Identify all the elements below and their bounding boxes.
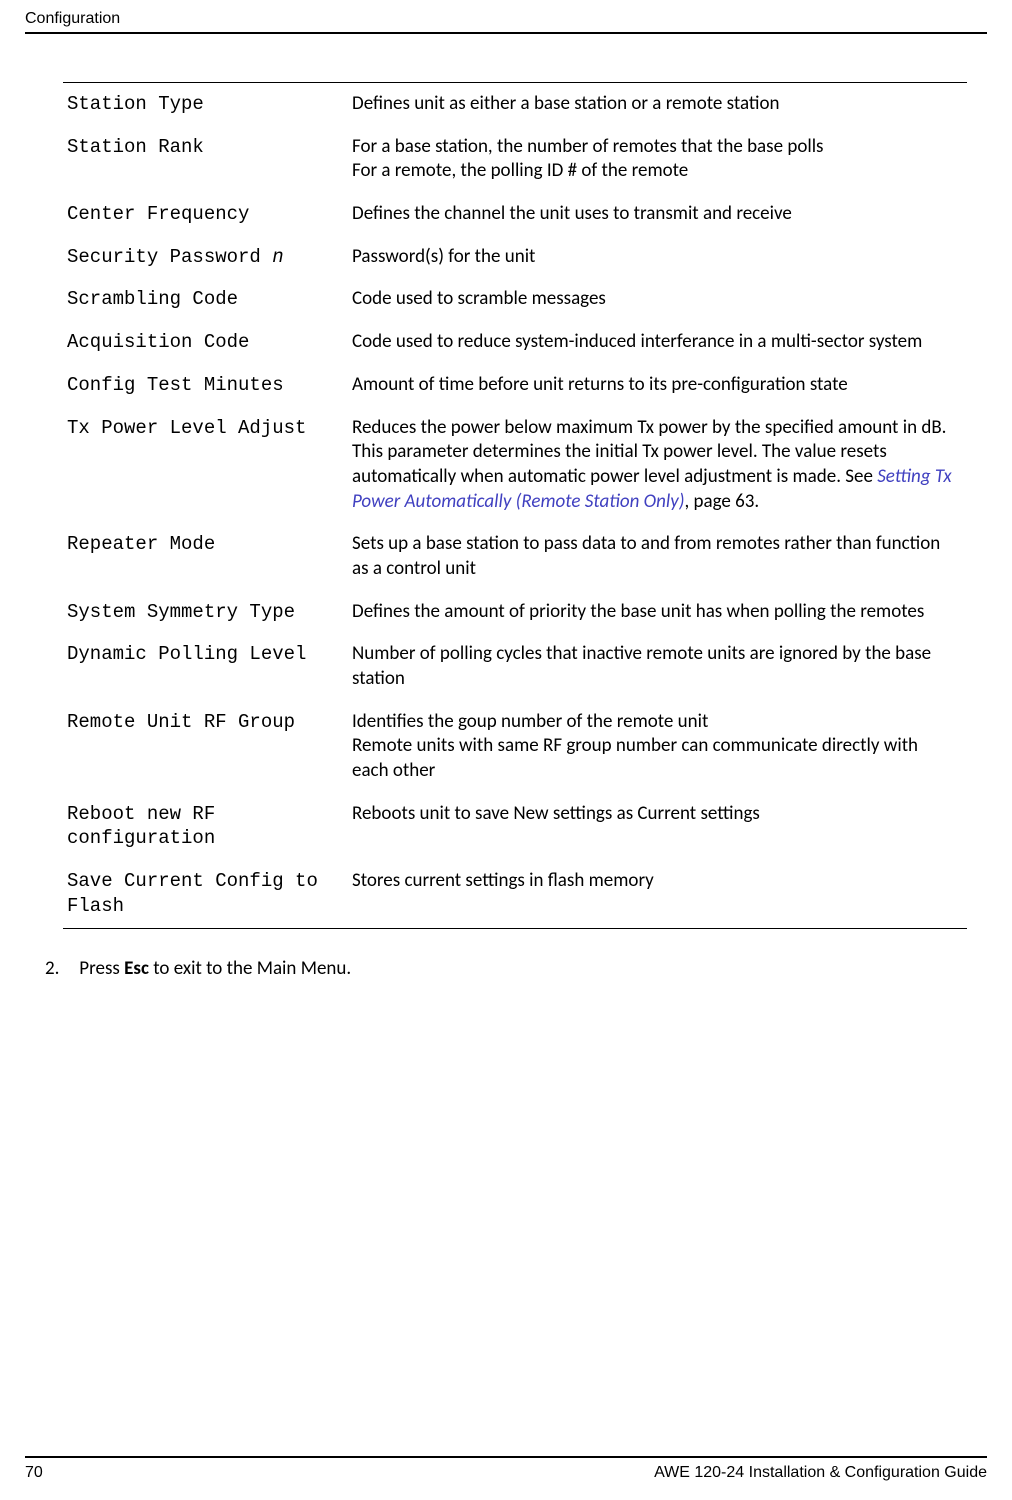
param-name: Station Rank (63, 135, 352, 184)
param-name: System Symmetry Type (63, 600, 352, 625)
header-title: Configuration (25, 10, 120, 27)
param-desc: Sets up a base station to pass data to a… (352, 532, 967, 581)
param-desc: For a base station, the number of remote… (352, 135, 967, 184)
desc-line: For a remote, the polling ID # of the re… (352, 159, 688, 182)
table-row: Station Type Defines unit as either a ba… (63, 83, 967, 126)
table-row: Scrambling Code Code used to scramble me… (63, 278, 967, 321)
param-desc: Code used to scramble messages (352, 287, 967, 312)
table-row: Remote Unit RF Group Identifies the goup… (63, 701, 967, 793)
param-desc: Reduces the power below maximum Tx power… (352, 416, 967, 515)
table-row: Config Test Minutes Amount of time befor… (63, 364, 967, 407)
table-row: Save Current Config to Flash Stores curr… (63, 860, 967, 927)
param-name: Security Password n (63, 245, 352, 270)
param-name: Dynamic Polling Level (63, 642, 352, 691)
desc-line: For a base station, the number of remote… (352, 135, 823, 158)
param-italic: n (272, 246, 283, 268)
param-name: Tx Power Level Adjust (63, 416, 352, 515)
step-number: 2. (45, 957, 75, 980)
table-row: Station Rank For a base station, the num… (63, 126, 967, 193)
table-row: Center Frequency Defines the channel the… (63, 193, 967, 236)
table-row: Security Password n Password(s) for the … (63, 236, 967, 279)
desc-line: Remote units with same RF group number c… (352, 734, 918, 782)
desc-line: Identifies the goup number of the remote… (352, 710, 708, 733)
instruction-step: 2. Press Esc to exit to the Main Menu. (45, 957, 987, 980)
desc-before: Reduces the power below maximum Tx power… (352, 416, 946, 488)
param-name: Acquisition Code (63, 330, 352, 355)
param-desc: Reboots unit to save New settings as Cur… (352, 802, 967, 851)
instruction-before: Press (79, 957, 124, 980)
content: Station Type Defines unit as either a ba… (45, 82, 987, 980)
param-name: Repeater Mode (63, 532, 352, 581)
param-name: Remote Unit RF Group (63, 710, 352, 784)
table-row: Tx Power Level Adjust Reduces the power … (63, 407, 967, 524)
param-name: Save Current Config to Flash (63, 869, 352, 918)
table-row: Repeater Mode Sets up a base station to … (63, 523, 967, 590)
param-name: Reboot new RF configuration (63, 802, 352, 851)
param-desc: Amount of time before unit returns to it… (352, 373, 967, 398)
footer-title: AWE 120-24 Installation & Configuration … (654, 1464, 987, 1482)
page-header: Configuration (25, 10, 987, 34)
parameter-table: Station Type Defines unit as either a ba… (63, 82, 967, 929)
desc-after: , page 63. (684, 490, 759, 513)
param-desc: Identifies the goup number of the remote… (352, 710, 967, 784)
param-desc: Password(s) for the unit (352, 245, 967, 270)
page-footer: 70 AWE 120-24 Installation & Configurati… (25, 1456, 987, 1482)
param-desc: Stores current settings in flash memory (352, 869, 967, 918)
param-text: Security Password (67, 246, 272, 268)
param-name: Center Frequency (63, 202, 352, 227)
param-desc: Defines unit as either a base station or… (352, 92, 967, 117)
table-row: Reboot new RF configuration Reboots unit… (63, 793, 967, 860)
instruction-after: to exit to the Main Menu. (149, 957, 351, 980)
page-number: 70 (25, 1464, 43, 1482)
param-desc: Number of polling cycles that inactive r… (352, 642, 967, 691)
table-row: Acquisition Code Code used to reduce sys… (63, 321, 967, 364)
param-name: Config Test Minutes (63, 373, 352, 398)
param-desc: Defines the channel the unit uses to tra… (352, 202, 967, 227)
param-desc: Defines the amount of priority the base … (352, 600, 967, 625)
param-name: Station Type (63, 92, 352, 117)
table-row: Dynamic Polling Level Number of polling … (63, 633, 967, 700)
param-name: Scrambling Code (63, 287, 352, 312)
param-desc: Code used to reduce system-induced inter… (352, 330, 967, 355)
table-row: System Symmetry Type Defines the amount … (63, 591, 967, 634)
key-name: Esc (124, 957, 149, 980)
